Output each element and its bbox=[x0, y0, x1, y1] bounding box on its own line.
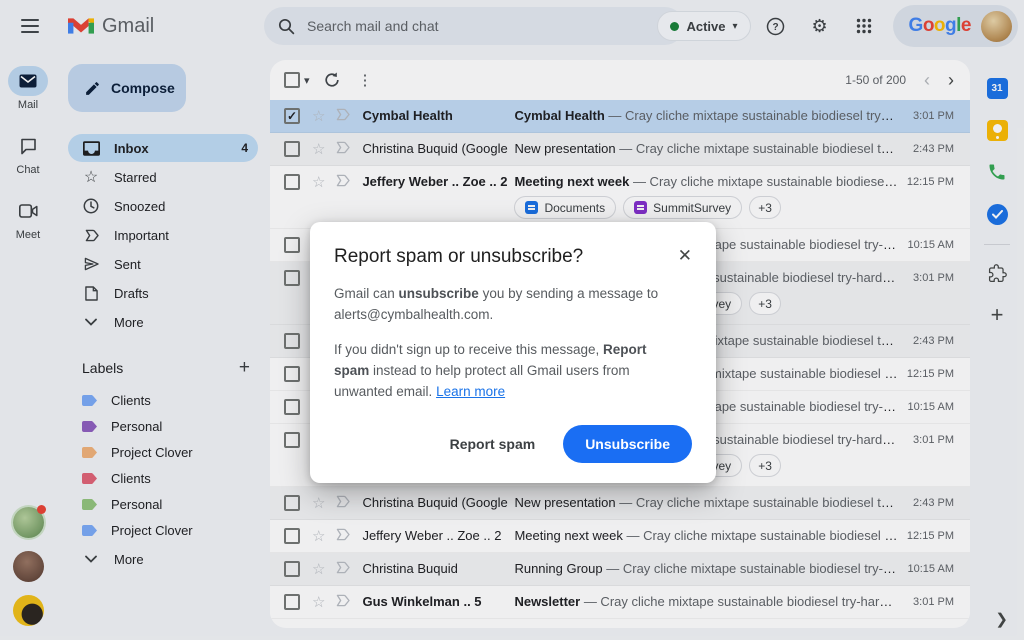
unsubscribe-dialog: Report spam or unsubscribe? ✕ Gmail can … bbox=[310, 222, 716, 483]
dialog-title: Report spam or unsubscribe? bbox=[334, 246, 583, 268]
unsubscribe-button[interactable]: Unsubscribe bbox=[563, 425, 692, 463]
dialog-paragraph-2: If you didn't sign up to receive this me… bbox=[334, 340, 684, 403]
dialog-paragraph-1: Gmail can unsubscribe you by sending a m… bbox=[334, 284, 684, 326]
learn-more-link[interactable]: Learn more bbox=[436, 384, 505, 399]
close-icon[interactable]: ✕ bbox=[678, 247, 692, 264]
report-spam-button[interactable]: Report spam bbox=[450, 436, 536, 452]
